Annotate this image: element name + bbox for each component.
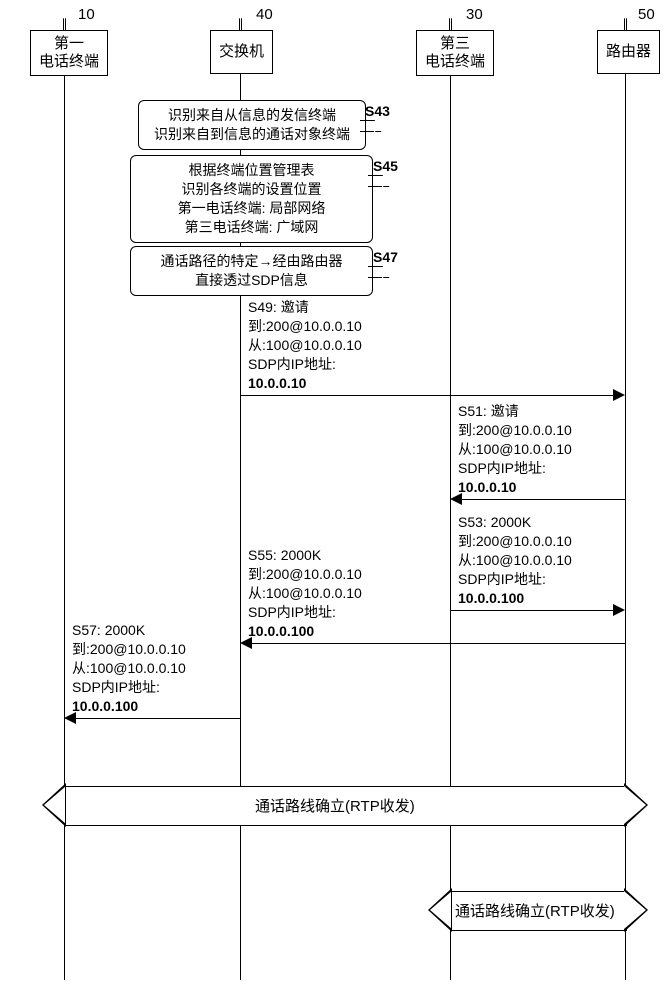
actor-box-terminal-1: 第一电话终端 (30, 30, 108, 76)
process-box-s47: 通话路径的特定→经由路由器直接透过SDP信息 (130, 246, 373, 296)
lifeline-terminal-3 (450, 35, 451, 980)
arrow-head-icon (450, 493, 462, 505)
big-arrow-head-right-icon (624, 783, 648, 827)
process-text: 识别来自从信息的发信终端识别来自到信息的通话对象终端 (154, 107, 350, 142)
arrow-head-icon (613, 604, 625, 616)
process-box-s45: 根据终端位置管理表识别各终端的设置位置第一电话终端: 局部网络第三电话终端: 广… (130, 155, 373, 243)
actor-num-1: 10 (78, 6, 95, 23)
actor-label: 路由器 (606, 43, 651, 60)
process-box-s43: 识别来自从信息的发信终端识别来自到信息的通话对象终端 (138, 100, 366, 150)
step-label-s45: S45 (373, 158, 398, 174)
flag-icon (368, 173, 386, 188)
rtp-label-1: 通话路线确立(RTP收发) (255, 795, 415, 816)
lifeline-terminal-1 (64, 35, 65, 980)
big-arrow-head-left-icon (42, 783, 66, 827)
arrow-head-icon (240, 637, 252, 649)
msg-s57: S57: 2000K 到:200@10.0.0.10 从:100@10.0.0.… (72, 621, 186, 715)
arrow-s49 (240, 395, 613, 396)
step-label-s47: S47 (373, 249, 398, 265)
actor-box-terminal-3: 第三电话终端 (416, 30, 494, 76)
step-label-s43: S43 (365, 103, 390, 119)
lifeline-router (625, 35, 626, 980)
sequence-diagram: 10 40 30 50 第一电话终端 交换机 第三电话终端 路由器 识别来自从信… (0, 0, 672, 1000)
actor-num-4: 50 (638, 6, 655, 23)
process-text: 通话路径的特定→经由路由器直接透过SDP信息 (161, 253, 343, 288)
rtp-label-2: 通话路线确立(RTP收发) (455, 900, 615, 921)
msg-s51: S51: 邀请 到:200@10.0.0.10 从:100@10.0.0.10 … (458, 402, 572, 496)
msg-s55: S55: 2000K 到:200@10.0.0.10 从:100@10.0.0.… (248, 546, 362, 640)
flag-icon (368, 264, 386, 279)
flag-icon (360, 118, 378, 133)
actor-box-router: 路由器 (597, 30, 660, 74)
arrow-s53 (450, 610, 613, 611)
actor-box-switch: 交换机 (210, 30, 273, 74)
actor-num-2: 40 (256, 6, 273, 23)
arrow-head-icon (64, 712, 76, 724)
arrow-s57 (76, 718, 240, 719)
arrow-head-icon (613, 389, 625, 401)
actor-label: 第一电话终端 (39, 35, 99, 70)
msg-s53: S53: 2000K 到:200@10.0.0.10 从:100@10.0.0.… (458, 513, 572, 607)
arrow-s51 (462, 499, 625, 500)
arrow-s55 (252, 643, 625, 644)
actor-label: 交换机 (219, 43, 264, 60)
process-text: 根据终端位置管理表识别各终端的设置位置第一电话终端: 局部网络第三电话终端: 广… (178, 162, 326, 235)
actor-num-3: 30 (466, 6, 483, 23)
actor-label: 第三电话终端 (425, 35, 485, 70)
big-arrow-head-left-icon (428, 888, 452, 932)
msg-s49: S49: 邀请 到:200@10.0.0.10 从:100@10.0.0.10 … (248, 298, 362, 392)
big-arrow-head-right-icon (624, 888, 648, 932)
